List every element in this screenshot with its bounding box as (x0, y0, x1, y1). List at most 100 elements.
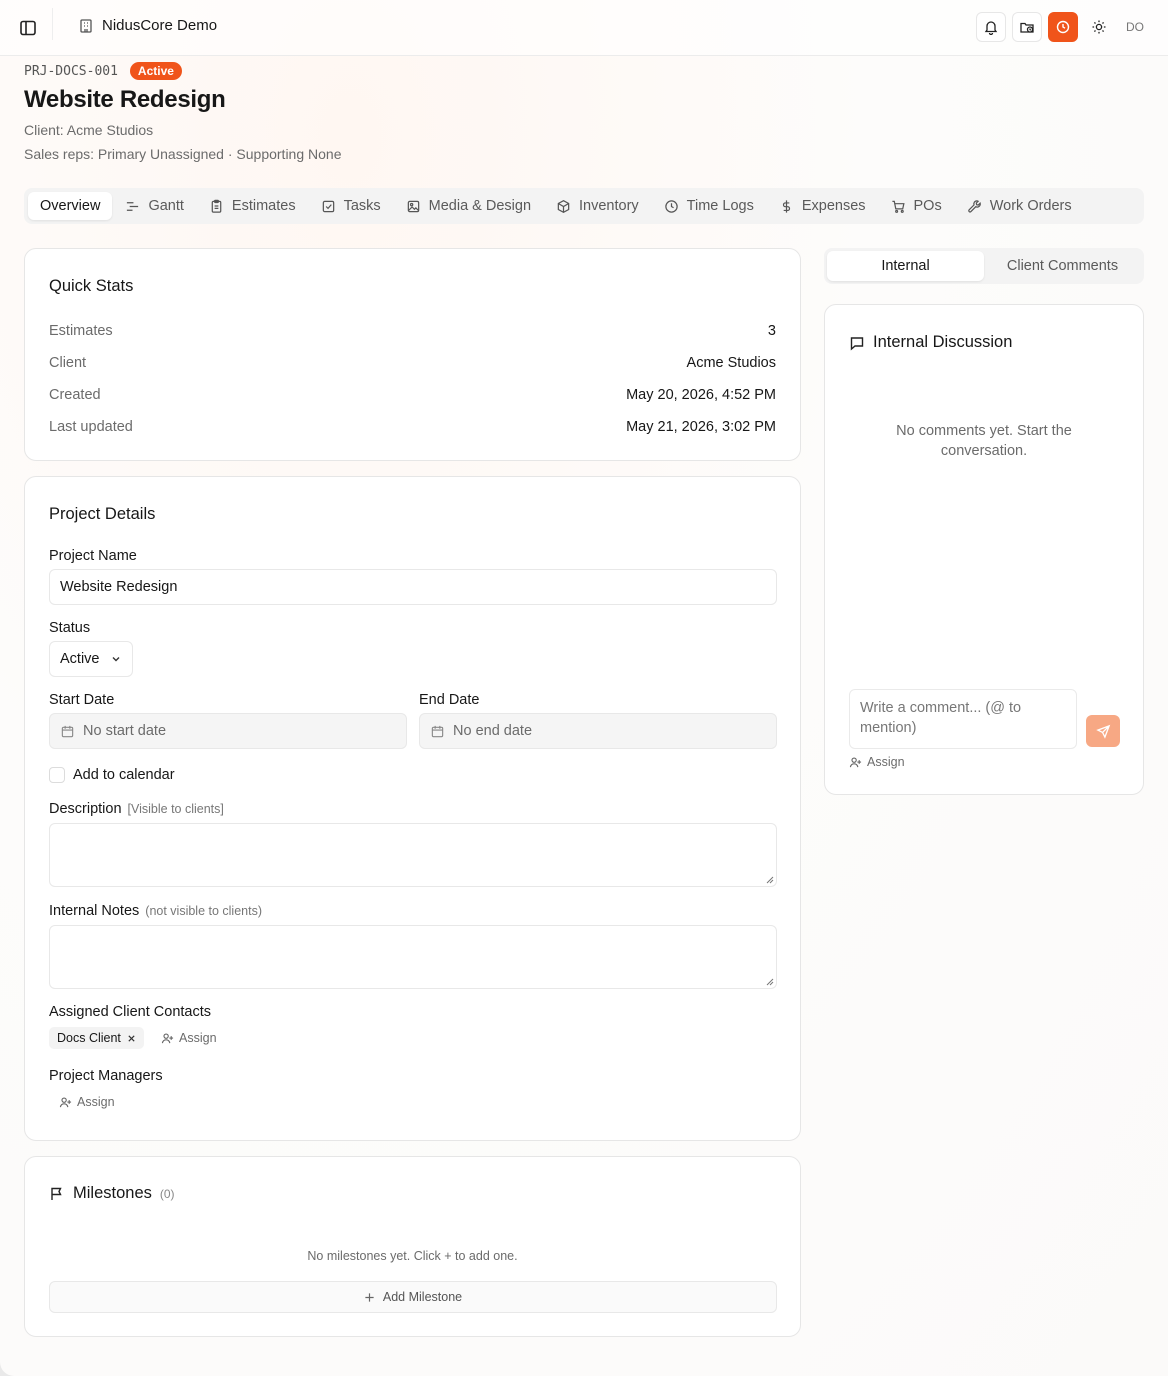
tab-label: Media & Design (428, 198, 532, 214)
add-milestone-button[interactable]: Add Milestone (49, 1281, 777, 1313)
discussion-empty-text: No comments yet. Start the conversation. (896, 423, 1072, 459)
placeholder: No start date (83, 723, 167, 739)
page-title: Website Redesign (24, 86, 226, 113)
image-icon (407, 200, 419, 212)
tab-overview[interactable]: Overview (28, 192, 113, 220)
tab-work-orders[interactable]: Work Orders (955, 192, 1084, 220)
comment-input[interactable]: Write a comment... (@ to mention) (849, 689, 1077, 749)
project-tabs: Overview Gantt Estimates Tasks Media & D… (24, 188, 1144, 224)
user-avatar[interactable]: DO (1120, 12, 1150, 42)
assign-label: Assign (179, 1031, 217, 1045)
user-plus-icon (161, 1032, 174, 1043)
internal-notes-label-text: Internal Notes (49, 903, 140, 919)
folder-clock-icon (1020, 22, 1034, 33)
discussion-title: Internal Discussion (849, 333, 1012, 352)
chip-label: Docs Client (57, 1031, 121, 1045)
tab-label: Inventory (579, 198, 639, 214)
milestones-empty-text: No milestones yet. Click + to add one. (307, 1249, 518, 1263)
select-value: Active (60, 651, 100, 667)
card-title: Project Details (49, 505, 156, 523)
placeholder: No end date (453, 723, 533, 739)
tab-label: Expenses (801, 198, 866, 214)
send-comment-button[interactable] (1086, 715, 1120, 747)
end-date-picker[interactable]: No end date (419, 713, 777, 749)
dollar-icon (782, 199, 790, 213)
checkbox-icon (322, 200, 334, 212)
stat-label: Created (49, 387, 101, 403)
notifications-button[interactable] (976, 12, 1006, 42)
stat-value: 3 (767, 323, 776, 339)
resize-handle-icon[interactable] (766, 876, 774, 884)
send-icon (1095, 724, 1110, 739)
package-icon (557, 199, 570, 213)
tab-client-comments[interactable]: Client Comments (984, 251, 1141, 281)
milestones-title-text: Milestones (73, 1184, 152, 1202)
folder-clock-button[interactable] (1012, 12, 1042, 42)
tab-media-design[interactable]: Media & Design (394, 192, 543, 220)
stat-label: Last updated (49, 419, 133, 435)
description-note: [Visible to clients] (127, 802, 224, 816)
assign-contact-button[interactable]: Assign (161, 1031, 217, 1045)
tab-label: Gantt (148, 198, 184, 214)
internal-discussion-card: Internal Discussion No comments yet. Sta… (824, 304, 1144, 795)
internal-notes-note: (not visible to clients) (145, 904, 262, 918)
stat-row: Estimates 3 (49, 323, 776, 339)
calendar-icon (431, 725, 444, 737)
tab-label: Estimates (231, 198, 296, 214)
tab-pos[interactable]: POs (879, 192, 954, 220)
input-value: Website Redesign (60, 579, 178, 595)
sun-icon (1092, 20, 1106, 34)
sales-reps-line: Sales reps: Primary Unassigned · Support… (24, 146, 342, 162)
project-code-row: PRJ-DOCS-001 Active (24, 62, 182, 80)
assign-manager-button[interactable]: Assign (59, 1095, 115, 1109)
theme-toggle-button[interactable] (1084, 12, 1114, 42)
internal-notes-textarea[interactable] (49, 925, 777, 989)
client-contacts-label: Assigned Client Contacts (49, 1004, 211, 1020)
workspace-switcher[interactable]: NidusCore Demo (78, 17, 217, 34)
add-to-calendar-checkbox[interactable] (49, 767, 65, 783)
project-managers-label: Project Managers (49, 1068, 163, 1084)
end-date-label: End Date (419, 692, 480, 708)
project-name-label: Project Name (49, 548, 137, 564)
resize-handle-icon[interactable] (766, 978, 774, 986)
tab-expenses[interactable]: Expenses (767, 192, 878, 220)
stat-row: Last updated May 21, 2026, 3:02 PM (49, 419, 776, 435)
project-name-input[interactable]: Website Redesign (49, 569, 777, 605)
add-milestone-label: Add Milestone (382, 1290, 463, 1304)
user-plus-icon (59, 1096, 72, 1107)
description-textarea[interactable] (49, 823, 777, 887)
assign-mention-button[interactable]: Assign (849, 755, 905, 769)
tab-internal[interactable]: Internal (827, 251, 984, 281)
tab-label: Overview (40, 198, 101, 214)
tab-label: Tasks (343, 198, 381, 214)
close-icon[interactable] (127, 1034, 136, 1043)
gantt-icon (127, 201, 139, 211)
timer-button[interactable] (1048, 12, 1078, 42)
description-label: Description [Visible to clients] (49, 801, 224, 817)
assign-label: Assign (867, 755, 905, 769)
divider (52, 8, 53, 40)
start-date-label: Start Date (49, 692, 115, 708)
status-badge: Active (129, 62, 182, 80)
sidebar-toggle-icon[interactable] (18, 18, 38, 38)
building-icon (80, 18, 92, 33)
workspace-name: NidusCore Demo (102, 17, 218, 34)
wrench-icon (967, 199, 981, 213)
stat-label: Client (49, 355, 87, 371)
tab-label: POs (913, 198, 942, 214)
start-date-picker[interactable]: No start date (49, 713, 407, 749)
comment-placeholder: Write a comment... (@ to mention) (860, 700, 1022, 736)
tab-inventory[interactable]: Inventory (544, 192, 651, 220)
comment-tabs: Internal Client Comments (824, 248, 1144, 284)
tab-gantt[interactable]: Gantt (113, 192, 195, 220)
plus-icon (365, 1292, 374, 1302)
clipboard-icon (211, 199, 222, 213)
card-title: Quick Stats (49, 277, 134, 295)
status-select[interactable]: Active (49, 641, 133, 677)
tab-label: Work Orders (989, 198, 1072, 214)
stat-value: May 21, 2026, 3:02 PM (626, 419, 776, 435)
tab-time-logs[interactable]: Time Logs (652, 192, 766, 220)
stat-value: May 20, 2026, 4:52 PM (626, 387, 776, 403)
tab-tasks[interactable]: Tasks (309, 192, 393, 220)
tab-estimates[interactable]: Estimates (197, 192, 308, 220)
